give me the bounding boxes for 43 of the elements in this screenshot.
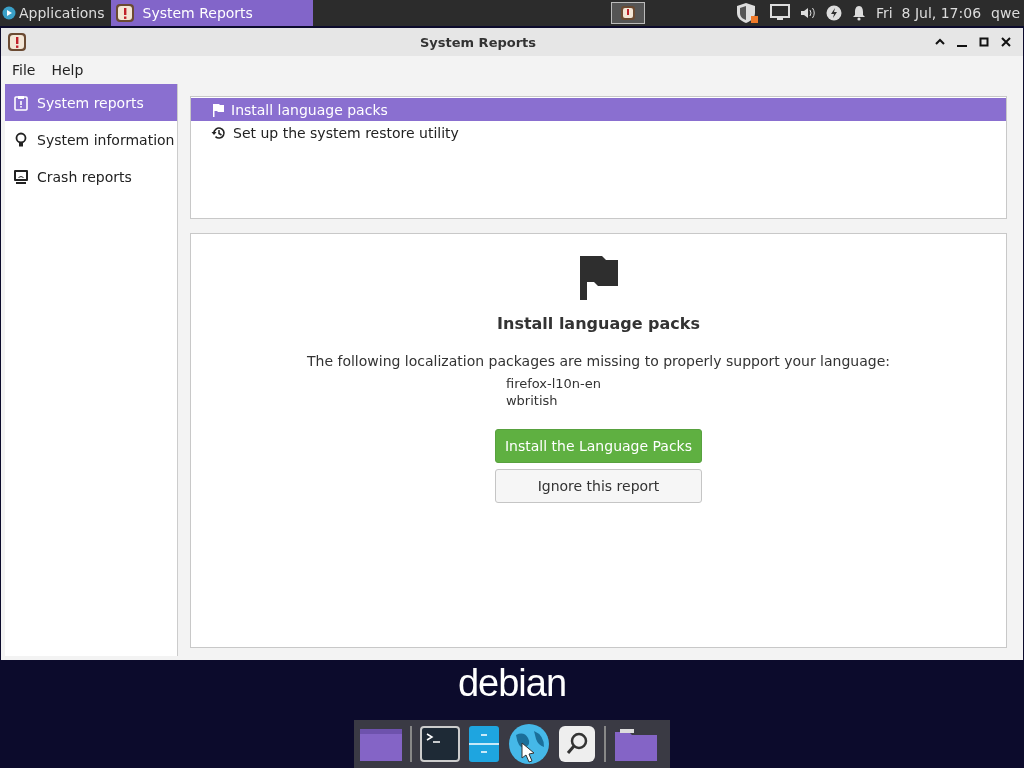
minimize-icon bbox=[957, 45, 967, 47]
caret-icon bbox=[934, 37, 946, 47]
maximize-icon bbox=[979, 37, 989, 47]
volume-icon[interactable] bbox=[799, 6, 816, 20]
sidebar-item[interactable]: System information bbox=[5, 121, 177, 158]
menu-item[interactable]: Help bbox=[44, 60, 91, 80]
clock[interactable]: Fri 8 Jul, 17:06 bbox=[875, 5, 982, 21]
user-name[interactable]: qwe bbox=[991, 5, 1020, 21]
taskbar-button[interactable]: System Reports bbox=[110, 0, 313, 26]
terminal-icon[interactable] bbox=[420, 726, 460, 762]
ignore-button[interactable]: Ignore this report bbox=[495, 469, 702, 503]
folder-icon[interactable] bbox=[614, 726, 658, 762]
shield-icon[interactable] bbox=[735, 2, 760, 24]
file-cabinet-icon[interactable] bbox=[468, 725, 500, 763]
clipboard-icon bbox=[13, 94, 29, 111]
package-name: wbritish bbox=[505, 392, 559, 409]
report-title: Install language packs bbox=[497, 314, 700, 333]
report-item[interactable]: Set up the system restore utility bbox=[191, 121, 1006, 144]
applications-menu[interactable]: Applications bbox=[0, 0, 111, 26]
package-name: firefox-l10n-en bbox=[505, 375, 602, 392]
desktop-logo: debian bbox=[457, 662, 567, 705]
report-message: The following localization packages are missing to properly support your language: bbox=[306, 353, 891, 369]
window-title: System Reports bbox=[418, 34, 538, 50]
sad-monitor-icon bbox=[13, 168, 29, 185]
lightbulb-icon bbox=[13, 131, 29, 148]
sidebar-item[interactable]: Crash reports bbox=[5, 158, 177, 195]
bell-icon[interactable] bbox=[851, 5, 866, 21]
sidebar-item[interactable]: System reports bbox=[5, 84, 177, 121]
power-icon[interactable] bbox=[825, 5, 842, 21]
window-icon[interactable] bbox=[360, 727, 402, 761]
history-icon bbox=[211, 124, 227, 141]
app-logo-icon bbox=[2, 6, 16, 20]
menu-item[interactable]: File bbox=[5, 60, 43, 80]
app-icon bbox=[7, 32, 27, 52]
globe-icon[interactable] bbox=[508, 723, 550, 765]
close-icon bbox=[1000, 36, 1012, 48]
taskbar-window-icon[interactable] bbox=[610, 2, 645, 24]
report-item[interactable]: Install language packs bbox=[191, 98, 1006, 121]
app-icon bbox=[114, 3, 135, 23]
flag-icon bbox=[211, 102, 225, 117]
flag-icon bbox=[579, 256, 618, 300]
search-icon[interactable] bbox=[558, 725, 596, 763]
display-icon[interactable] bbox=[769, 4, 790, 22]
